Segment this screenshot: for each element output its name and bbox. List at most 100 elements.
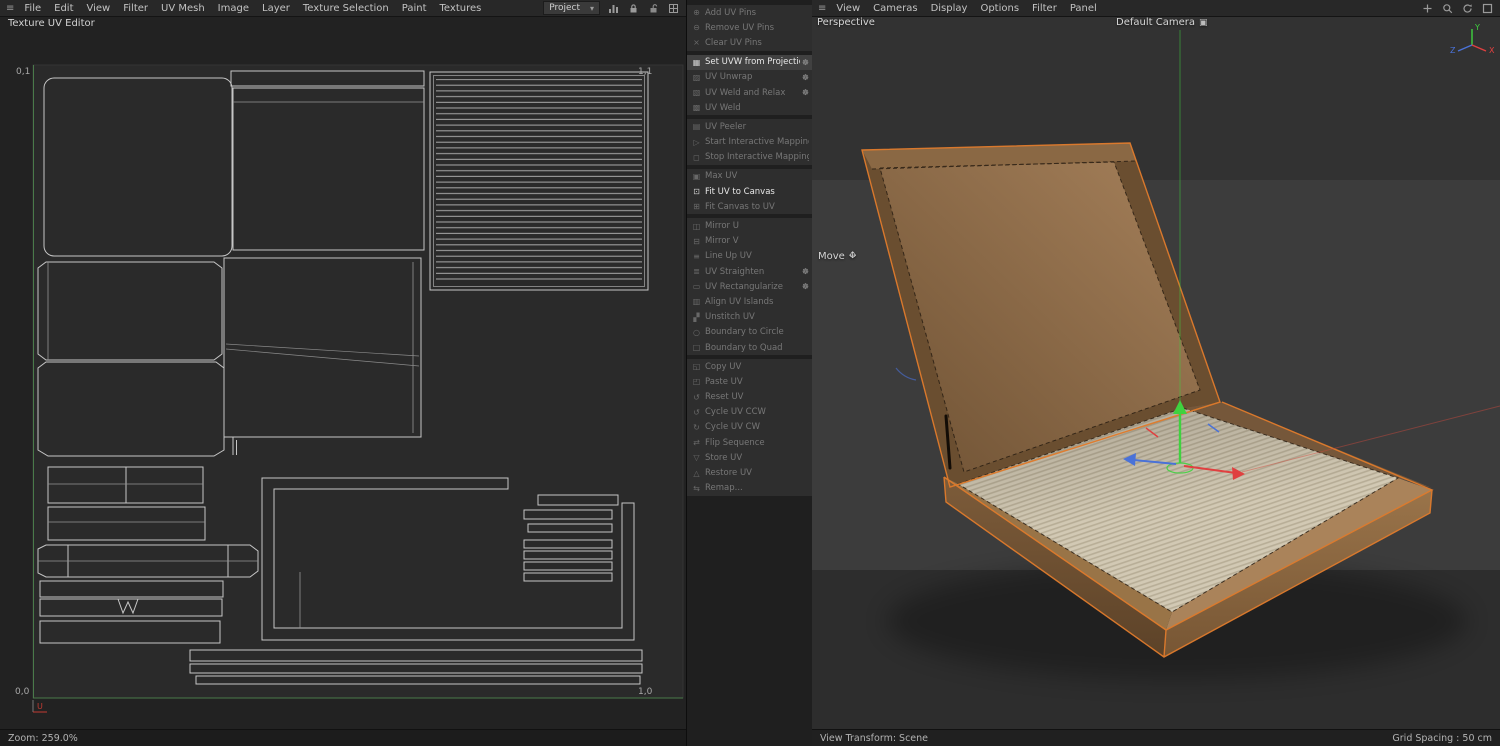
- uv-command-item[interactable]: ▩ UV Weld: [687, 100, 812, 115]
- command-icon: ↻: [691, 423, 702, 432]
- uv-coord-bottomleft: 0,0: [15, 687, 30, 697]
- gear-icon[interactable]: ☸: [802, 88, 809, 97]
- uv-command-item[interactable]: ▣ Max UV: [687, 169, 812, 184]
- uv-command-item[interactable]: ≡ Line Up UV: [687, 249, 812, 264]
- texture-uv-editor-panel: ≡ File Edit View Filter UV Mesh Image Layer Tex…: [0, 0, 686, 746]
- uv-island-corrugated[interactable]: [430, 72, 648, 290]
- gear-icon[interactable]: ☸: [802, 73, 809, 82]
- uv-command-item[interactable]: ▭ UV Rectangularize ☸: [687, 279, 812, 294]
- uv-command-item[interactable]: □ Boundary to Quad: [687, 340, 812, 355]
- command-icon: ⇄: [691, 438, 702, 447]
- uv-command-item[interactable]: ▨ UV Unwrap ☸: [687, 70, 812, 85]
- gear-icon[interactable]: ☸: [802, 282, 809, 291]
- uv-coord-topright: 1,1: [638, 67, 652, 77]
- menu-item[interactable]: Filter: [1032, 3, 1057, 14]
- menu-item[interactable]: Texture Selection: [303, 3, 389, 14]
- viewport-statusbar: View Transform: Scene Grid Spacing : 50 …: [812, 729, 1500, 746]
- gear-icon[interactable]: ☸: [802, 58, 809, 67]
- command-icon: ↺: [691, 408, 702, 417]
- command-label: Set UVW from Projection: [705, 57, 800, 67]
- camera-icon[interactable]: ▣: [1199, 18, 1208, 28]
- command-label: Fit UV to Canvas: [705, 187, 809, 197]
- uv-command-item[interactable]: ◱ Copy UV: [687, 359, 812, 374]
- maximize-view-icon[interactable]: [1481, 2, 1494, 15]
- command-icon: ◰: [691, 377, 702, 386]
- uv-command-item[interactable]: ◻ Stop Interactive Mapping: [687, 150, 812, 165]
- uv-command-item[interactable]: ▥ Align UV Islands: [687, 294, 812, 309]
- grid-spacing-status: Grid Spacing : 50 cm: [1392, 733, 1492, 744]
- command-icon: ○: [691, 328, 702, 337]
- uv-command-item[interactable]: ⊖ Remove UV Pins: [687, 20, 812, 35]
- command-icon: ▷: [691, 138, 702, 147]
- uv-command-item[interactable]: ⊟ Mirror V: [687, 234, 812, 249]
- command-icon: ⇆: [691, 484, 702, 493]
- uv-command-item[interactable]: ▷ Start Interactive Mapping: [687, 135, 812, 150]
- uv-command-item[interactable]: ⇄ Flip Sequence: [687, 435, 812, 450]
- command-label: Line Up UV: [705, 251, 809, 261]
- uv-canvas[interactable]: 0,1 1,1 0,0 1,0 U: [0, 16, 686, 730]
- panel-menu-icon[interactable]: ≡: [818, 3, 826, 14]
- project-dropdown[interactable]: Project ▾: [543, 1, 600, 15]
- uv-command-item[interactable]: ◰ Paste UV: [687, 374, 812, 389]
- uv-command-item[interactable]: ▽ Store UV: [687, 450, 812, 465]
- menu-item[interactable]: Edit: [54, 3, 73, 14]
- lock-open-icon[interactable]: [647, 2, 660, 15]
- menu-item[interactable]: Filter: [123, 3, 148, 14]
- uv-editor-menu: File Edit View Filter UV Mesh Image Layer Textu…: [24, 3, 481, 14]
- uv-command-item[interactable]: ↺ Cycle UV CCW: [687, 405, 812, 420]
- command-label: Mirror V: [705, 236, 809, 246]
- menu-item[interactable]: View: [87, 3, 111, 14]
- menu-item[interactable]: Image: [218, 3, 249, 14]
- command-icon: ◫: [691, 222, 702, 231]
- uv-command-item[interactable]: ⊡ Fit UV to Canvas: [687, 184, 812, 199]
- uv-command-item[interactable]: ▦ Set UVW from Projection ☸: [687, 55, 812, 70]
- command-label: Restore UV: [705, 468, 809, 478]
- menu-item[interactable]: Panel: [1070, 3, 1097, 14]
- rotate-view-icon[interactable]: [1461, 2, 1474, 15]
- menu-item[interactable]: View: [836, 3, 860, 14]
- command-icon: ↺: [691, 393, 702, 402]
- uv-command-item[interactable]: ↻ Cycle UV CW: [687, 420, 812, 435]
- layout-grid-icon[interactable]: [667, 2, 680, 15]
- command-label: Unstitch UV: [705, 312, 809, 322]
- uv-command-item[interactable]: △ Restore UV: [687, 465, 812, 480]
- viewport-canvas[interactable]: [812, 16, 1500, 746]
- zoom-view-icon[interactable]: [1441, 2, 1454, 15]
- uv-command-item[interactable]: ⊕ Add UV Pins: [687, 5, 812, 20]
- view-label[interactable]: Perspective: [817, 17, 875, 28]
- histogram-icon[interactable]: [607, 2, 620, 15]
- uv-command-item[interactable]: ≣ UV Straighten ☸: [687, 264, 812, 279]
- move-tool-icon: ↔↕: [849, 251, 859, 262]
- camera-label[interactable]: Default Camera ▣: [1116, 17, 1207, 28]
- menu-item[interactable]: Options: [980, 3, 1019, 14]
- gear-icon[interactable]: ☸: [802, 267, 809, 276]
- uv-command-item[interactable]: × Clear UV Pins: [687, 35, 812, 50]
- panel-menu-icon[interactable]: ≡: [6, 3, 14, 14]
- uv-command-item[interactable]: ○ Boundary to Circle: [687, 325, 812, 340]
- menu-item[interactable]: Textures: [440, 3, 482, 14]
- axis-widget[interactable]: Y Z X: [1448, 20, 1496, 56]
- menu-item[interactable]: File: [24, 3, 41, 14]
- menu-item[interactable]: UV Mesh: [161, 3, 205, 14]
- pan-view-icon[interactable]: [1421, 2, 1434, 15]
- command-label: UV Rectangularize: [705, 282, 800, 292]
- uv-command-item[interactable]: ⇆ Remap...: [687, 481, 812, 496]
- uv-commands-panel: ⊕ Add UV Pins ⊖ Remove UV Pins × Clear U…: [686, 0, 812, 746]
- uv-command-item[interactable]: ▞ Unstitch UV: [687, 310, 812, 325]
- menu-item[interactable]: Layer: [262, 3, 290, 14]
- menu-item[interactable]: Display: [931, 3, 968, 14]
- command-icon: △: [691, 469, 702, 478]
- menu-item[interactable]: Paint: [402, 3, 427, 14]
- command-label: UV Straighten: [705, 267, 800, 277]
- command-icon: ▽: [691, 453, 702, 462]
- uv-command-item[interactable]: ⊞ Fit Canvas to UV: [687, 199, 812, 214]
- uv-command-item[interactable]: ▤ UV Peeler: [687, 119, 812, 134]
- menu-item[interactable]: Cameras: [873, 3, 917, 14]
- command-icon: ▣: [691, 172, 702, 181]
- uv-command-item[interactable]: ◫ Mirror U: [687, 218, 812, 233]
- lock-icon[interactable]: [627, 2, 640, 15]
- uv-command-item[interactable]: ▧ UV Weld and Relax ☸: [687, 85, 812, 100]
- command-label: Flip Sequence: [705, 438, 809, 448]
- command-icon: ⊟: [691, 237, 702, 246]
- uv-command-item[interactable]: ↺ Reset UV: [687, 390, 812, 405]
